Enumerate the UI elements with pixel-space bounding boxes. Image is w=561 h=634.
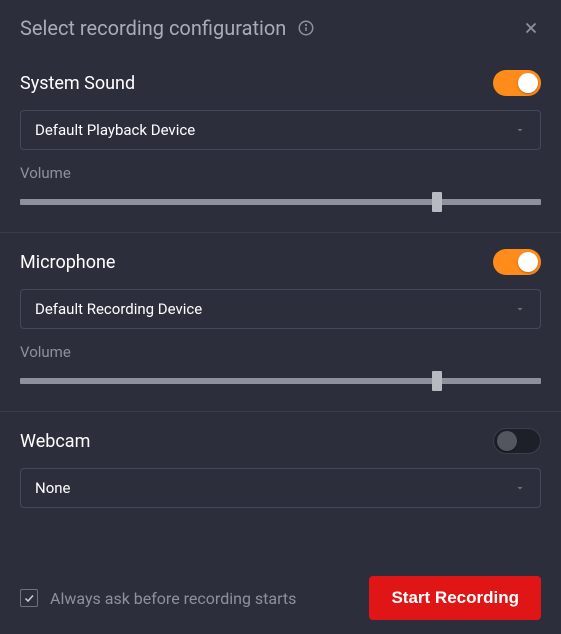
- system-sound-title: System Sound: [20, 73, 135, 94]
- dialog-header: Select recording configuration: [0, 0, 561, 54]
- system-sound-volume-label: Volume: [20, 164, 541, 182]
- system-sound-toggle[interactable]: [493, 70, 541, 96]
- system-sound-volume-slider[interactable]: [20, 192, 541, 212]
- webcam-toggle[interactable]: [493, 428, 541, 454]
- system-sound-section: System Sound Default Playback Device Vol…: [0, 54, 561, 233]
- webcam-device-dropdown[interactable]: None: [20, 468, 541, 508]
- microphone-section: Microphone Default Recording Device Volu…: [0, 233, 561, 412]
- microphone-volume-label: Volume: [20, 343, 541, 361]
- microphone-device-dropdown[interactable]: Default Recording Device: [20, 289, 541, 329]
- dialog-footer: Always ask before recording starts Start…: [20, 576, 541, 620]
- webcam-title: Webcam: [20, 431, 90, 452]
- microphone-volume-slider[interactable]: [20, 371, 541, 391]
- start-recording-button[interactable]: Start Recording: [369, 576, 541, 620]
- microphone-device-value: Default Recording Device: [35, 300, 514, 318]
- webcam-section: Webcam None: [0, 412, 561, 536]
- slider-thumb[interactable]: [432, 192, 442, 212]
- chevron-down-icon: [514, 124, 526, 136]
- microphone-title: Microphone: [20, 252, 115, 273]
- webcam-device-value: None: [35, 479, 514, 497]
- always-ask-label: Always ask before recording starts: [50, 589, 296, 608]
- chevron-down-icon: [514, 482, 526, 494]
- system-sound-device-dropdown[interactable]: Default Playback Device: [20, 110, 541, 150]
- chevron-down-icon: [514, 303, 526, 315]
- info-icon[interactable]: [296, 18, 316, 38]
- microphone-toggle[interactable]: [493, 249, 541, 275]
- dialog-title: Select recording configuration: [20, 16, 286, 40]
- slider-thumb[interactable]: [432, 371, 442, 391]
- always-ask-checkbox[interactable]: [20, 589, 38, 607]
- system-sound-device-value: Default Playback Device: [35, 121, 514, 139]
- close-icon[interactable]: [521, 18, 541, 38]
